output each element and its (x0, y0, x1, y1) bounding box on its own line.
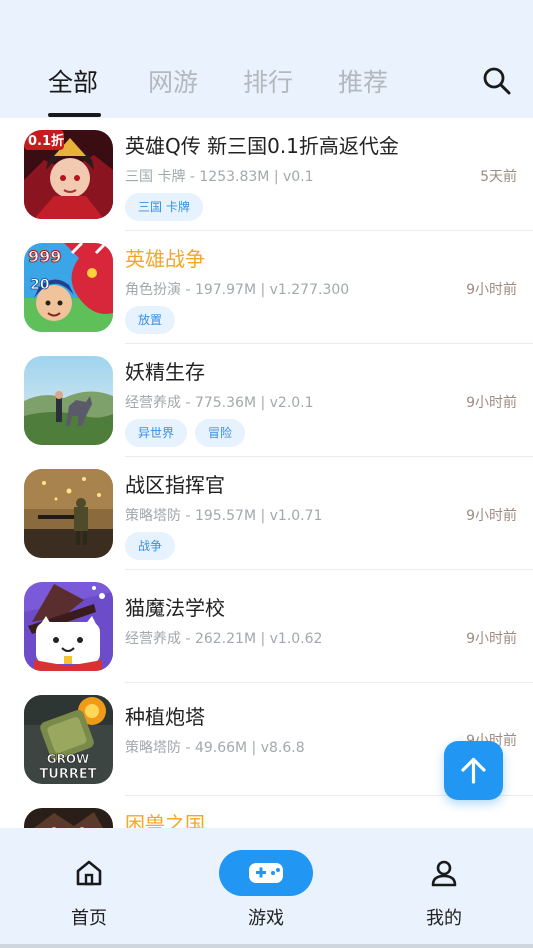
game-icon (24, 356, 113, 445)
game-meta: 三国 卡牌 - 1253.83M | v0.1 (125, 169, 314, 185)
home-icon (76, 860, 102, 886)
game-meta: 角色扮演 - 197.97M | v1.277.300 (125, 282, 350, 298)
header: 全部 网游 排行 推荐 (0, 0, 533, 118)
game-list: 0.1折 英雄Q传 新三国0.1折高返代金 三国 卡牌 - 1253.83M |… (0, 118, 533, 828)
game-tags: 三国 卡牌 (125, 193, 203, 221)
game-tags: 放置 (125, 306, 176, 334)
icon-badge-text: 999 (28, 247, 61, 266)
game-meta: 策略塔防 - 49.66M | v8.6.8 (125, 740, 305, 756)
game-title: 妖精生存 (125, 360, 205, 384)
nav-profile-label: 我的 (426, 908, 462, 929)
game-title: 困兽之国 (125, 812, 205, 828)
tab-recommend[interactable]: 推荐 (338, 63, 388, 99)
user-icon (431, 860, 457, 887)
list-item[interactable]: 999 20 英雄战争 角色扮演 - 197.97M | v1.277.300 … (0, 231, 533, 344)
tab-online[interactable]: 网游 (148, 63, 198, 99)
game-title: 种植炮塔 (125, 705, 205, 729)
game-updated-time: 5天前 (480, 169, 517, 185)
arrow-up-icon (461, 757, 486, 784)
game-icon: GROW TURRET (24, 695, 113, 784)
game-tag[interactable]: 战争 (125, 532, 176, 560)
search-icon (483, 67, 511, 95)
game-meta: 经营养成 - 262.21M | v1.0.62 (125, 631, 323, 647)
nav-profile[interactable]: 我的 (384, 828, 504, 948)
gamepad-icon (249, 863, 283, 883)
icon-title-top: GROW (47, 752, 90, 766)
game-meta: 经营养成 - 775.36M | v2.0.1 (125, 395, 314, 411)
active-nav-indicator (219, 850, 313, 896)
list-item[interactable]: 0.1折 英雄Q传 新三国0.1折高返代金 三国 卡牌 - 1253.83M |… (0, 118, 533, 231)
game-updated-time: 9小时前 (466, 631, 517, 647)
list-item[interactable]: 猫魔法学校 经营养成 - 262.21M | v1.0.62 9小时前 (0, 570, 533, 683)
list-item[interactable]: 困兽之国 (0, 796, 533, 828)
icon-title-bottom: TURRET (39, 767, 96, 782)
game-meta: 策略塔防 - 195.57M | v1.0.71 (125, 508, 323, 524)
nav-home[interactable]: 首页 (29, 828, 149, 948)
bottom-navigation: 首页 游戏 我的 (0, 828, 533, 948)
game-icon (24, 582, 113, 671)
category-tabs: 全部 网游 排行 推荐 (0, 60, 533, 118)
game-icon (24, 469, 113, 558)
game-tag[interactable]: 三国 卡牌 (125, 193, 203, 221)
game-updated-time: 9小时前 (466, 282, 517, 298)
list-item[interactable]: 妖精生存 经营养成 - 775.36M | v2.0.1 9小时前 异世界 冒险 (0, 344, 533, 457)
game-tag[interactable]: 异世界 (125, 419, 188, 447)
scroll-to-top-button[interactable] (444, 741, 503, 800)
game-updated-time: 9小时前 (466, 508, 517, 524)
nav-games[interactable]: 游戏 (206, 828, 326, 948)
game-title: 战区指挥官 (125, 473, 225, 497)
nav-games-label: 游戏 (248, 908, 284, 929)
game-icon (24, 808, 113, 828)
game-tag[interactable]: 冒险 (195, 419, 246, 447)
game-tags: 异世界 冒险 (125, 419, 246, 447)
game-icon: 999 20 (24, 243, 113, 332)
game-title: 猫魔法学校 (125, 596, 225, 620)
list-item[interactable]: 战区指挥官 策略塔防 - 195.57M | v1.0.71 9小时前 战争 (0, 457, 533, 570)
search-button[interactable] (478, 62, 516, 100)
active-tab-indicator (48, 113, 101, 117)
game-icon: 0.1折 (24, 130, 113, 219)
icon-level-text: 20 (30, 277, 50, 293)
tab-ranking[interactable]: 排行 (243, 63, 293, 99)
nav-home-label: 首页 (71, 908, 107, 929)
game-title: 英雄Q传 新三国0.1折高返代金 (125, 134, 399, 158)
game-title: 英雄战争 (125, 247, 205, 271)
game-tags: 战争 (125, 532, 176, 560)
system-home-indicator (0, 944, 533, 948)
game-updated-time: 9小时前 (466, 395, 517, 411)
game-tag[interactable]: 放置 (125, 306, 176, 334)
tab-all[interactable]: 全部 (48, 63, 98, 99)
icon-badge-text: 0.1折 (28, 133, 64, 149)
